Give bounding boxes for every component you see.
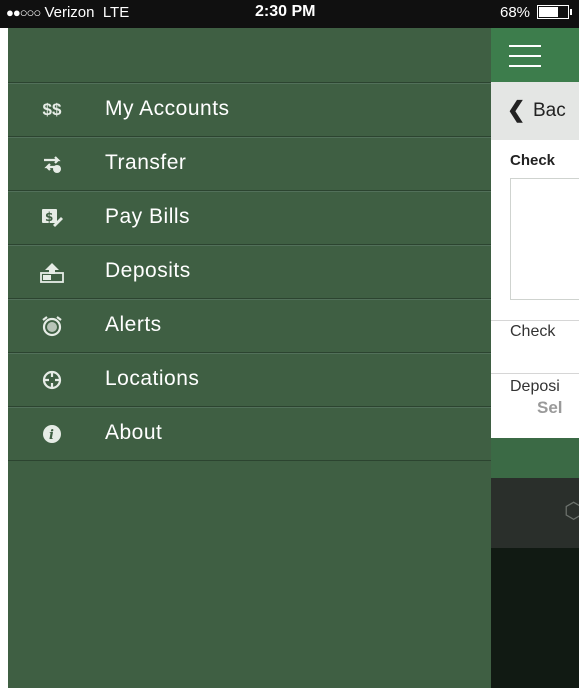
svg-text:$: $ (45, 210, 53, 224)
deposit-form-card: Check Check Deposi Sel (491, 140, 579, 438)
dollar-icon: $$ (38, 97, 66, 123)
status-bar: ●●○○○ Verizon LTE 2:30 PM 68% (0, 0, 579, 28)
menu-item-locations[interactable]: Locations (8, 353, 491, 407)
battery-percent: 68% (500, 4, 531, 21)
menu-item-my-accounts[interactable]: $$ My Accounts (8, 83, 491, 137)
dollar-glyph: $$ (42, 100, 62, 119)
network-type: LTE (102, 4, 130, 21)
status-right: 68% (500, 4, 573, 21)
drawer-header (8, 28, 491, 83)
menu-item-label: Transfer (105, 151, 187, 174)
deposit-icon (38, 259, 66, 285)
check-image-placeholder[interactable] (510, 178, 579, 300)
app-header (491, 28, 579, 82)
menu-item-label: Pay Bills (105, 205, 191, 228)
menu-item-about[interactable]: i About (8, 407, 491, 461)
deposit-field-label: Deposi (510, 378, 560, 395)
hexagon-icon[interactable]: ⬡ (564, 498, 579, 524)
underlying-screen: ❮ Bac Check Check Deposi Sel ⬡ (491, 28, 579, 688)
back-label: Bac (533, 100, 566, 121)
battery-tip (570, 9, 573, 16)
check-title: Check (510, 152, 556, 169)
carrier-name: Verizon (44, 4, 95, 21)
menu-item-label: Deposits (105, 259, 191, 282)
chevron-left-icon: ❮ (507, 97, 526, 122)
transfer-icon (38, 151, 66, 177)
menu-item-deposits[interactable]: Deposits (8, 245, 491, 299)
menu-item-label: Alerts (105, 313, 162, 336)
menu-item-label: About (105, 421, 163, 444)
texture-band (491, 438, 579, 478)
svg-text:i: i (49, 428, 54, 443)
info-icon: i (38, 421, 66, 447)
menu-item-label: Locations (105, 367, 200, 390)
divider (491, 373, 579, 374)
status-left: ●●○○○ Verizon LTE (6, 4, 129, 21)
check-field-label[interactable]: Check (510, 323, 555, 341)
menu-item-pay-bills[interactable]: $ Pay Bills (8, 191, 491, 245)
status-time: 2:30 PM (255, 3, 316, 20)
signal-strength: ●●○○○ (6, 5, 41, 20)
lower-background (491, 548, 579, 688)
navigation-drawer: $$ My Accounts Transfer $ Pay Bills Depo… (8, 28, 491, 688)
account-select[interactable]: Sel (537, 398, 563, 418)
battery-fill (539, 7, 559, 18)
hamburger-menu-icon[interactable] (509, 45, 541, 75)
menu-item-label: My Accounts (105, 97, 230, 120)
bottom-toolbar: ⬡ (491, 478, 579, 548)
battery-icon (537, 5, 573, 20)
menu-item-transfer[interactable]: Transfer (8, 137, 491, 191)
pay-bills-icon: $ (38, 205, 66, 231)
divider (491, 320, 579, 321)
menu-item-alerts[interactable]: Alerts (8, 299, 491, 353)
back-bar[interactable]: ❮ Bac (491, 82, 579, 140)
crosshair-icon (38, 367, 66, 393)
alarm-clock-icon (38, 313, 66, 339)
